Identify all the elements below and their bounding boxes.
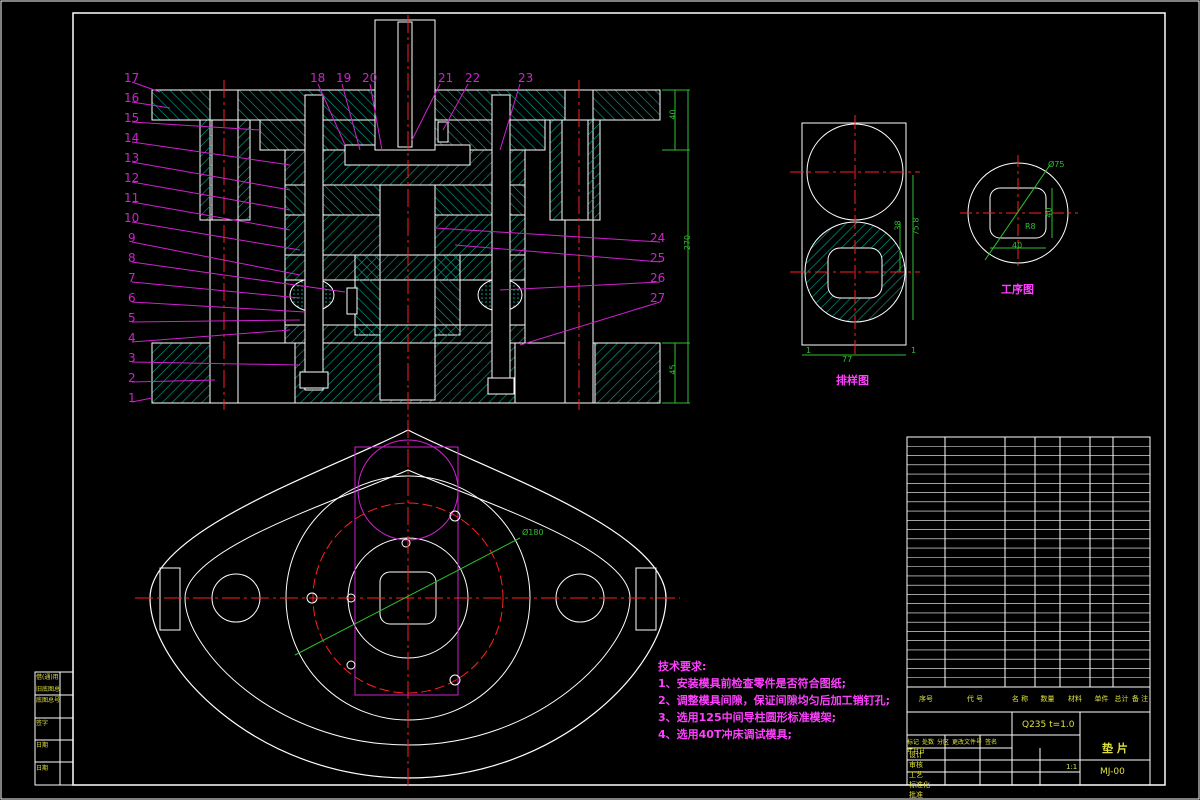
stamp-label: 签字 <box>36 719 49 727</box>
part-number-label: 19 <box>336 71 352 85</box>
part-number-label: 4 <box>128 331 136 345</box>
part-number-label: 24 <box>650 231 666 245</box>
part-number-label: 11 <box>124 191 140 205</box>
dim-section-bottom: 45 <box>668 364 678 375</box>
layout-dim-gap-left: 1 <box>806 346 812 355</box>
part-number-label: 13 <box>124 151 140 165</box>
layout-dim-height: 75.8 <box>911 217 921 236</box>
part-number-label: 16 <box>124 91 140 105</box>
title-row-label: 审核 <box>909 761 923 769</box>
part-number-label: 21 <box>438 71 454 85</box>
tech-requirements: 技术要求: 1、安装模具前检查零件是否符合图纸; 2、调整模具间隙，保证间隙均匀… <box>658 658 890 743</box>
part-number-label: 20 <box>362 71 378 85</box>
title-row-label: 工艺 <box>909 771 923 779</box>
tech-req-item: 4、选用40T冲床调试模具; <box>658 728 792 741</box>
bom-header-cell: 代 号 <box>966 695 984 703</box>
part-dim-inner: 40 <box>1044 207 1054 218</box>
part-number-label: 26 <box>650 271 666 285</box>
tech-req-item: 2、调整模具间隙，保证间隙均匀后加工销钉孔; <box>658 694 891 707</box>
cad-drawing <box>0 0 1200 800</box>
title-drawing-name: 垫 片 <box>1102 742 1128 755</box>
bom-header-cell: 材料 <box>1068 695 1082 703</box>
plan-view <box>135 420 680 790</box>
bom-header-cell: 名 称 <box>1011 695 1029 703</box>
part-number-label: 8 <box>128 251 136 265</box>
dim-section-total: 270 <box>683 234 693 251</box>
part-number-label: 25 <box>650 251 666 265</box>
part-number-label: 9 <box>128 231 136 245</box>
strip-layout <box>790 115 920 356</box>
tech-req-heading: 技术要求: <box>658 660 707 673</box>
layout-dim-step: 38 <box>893 220 903 231</box>
part-dim-radius: R8 <box>1025 222 1036 231</box>
part-number-label: 27 <box>650 291 666 305</box>
part-number-label: 12 <box>124 171 140 185</box>
bom-header-cell: 数量 <box>1040 695 1055 703</box>
title-row-label: 批准 <box>909 791 923 799</box>
part-number-label: 10 <box>124 211 140 225</box>
stamp-label: 日期 <box>36 764 49 772</box>
bom-header-row: 序号 代 号 名 称 数量 材料 单件 总计备 注 <box>907 690 1150 710</box>
part-number-label: 3 <box>128 351 136 365</box>
bom-header-cell: 序号 <box>919 695 933 703</box>
title-bottom-label: 更改文件号 <box>952 739 983 746</box>
bom-header-cell: 总计 <box>1114 695 1129 703</box>
part-dim-outer: Ø75 <box>1048 160 1065 169</box>
layout-title: 排样图 <box>836 374 869 387</box>
tech-req-item: 1、安装模具前检查零件是否符合图纸; <box>658 677 847 690</box>
left-stamp-labels: 借(通)用件登记旧底图总号底图总号签字日期日期 <box>36 672 60 785</box>
part-number-label: 15 <box>124 111 140 125</box>
stamp-label: 日期 <box>36 742 49 749</box>
dim-section-top: 40 <box>668 109 678 120</box>
part-title: 工序图 <box>1001 283 1034 296</box>
part-number-label: 5 <box>128 311 136 325</box>
part-number-label: 6 <box>128 291 136 305</box>
title-ratio: 1:1 <box>1066 763 1078 771</box>
part-number-label: 14 <box>124 131 140 145</box>
section-view <box>151 15 661 420</box>
part-view <box>960 155 1078 270</box>
title-bottom-label: 分区 <box>937 739 950 746</box>
part-number-label: 18 <box>310 71 326 85</box>
bom-header-cell: 单件 <box>1094 695 1109 703</box>
stamp-label: 借(通)用件登记 <box>36 674 59 681</box>
title-bottom-label: 签名 <box>985 739 998 746</box>
part-number-label: 23 <box>518 71 534 85</box>
part-dim-side: 40 <box>1012 241 1023 250</box>
bom-table <box>906 436 1151 688</box>
part-number-label: 17 <box>124 71 140 85</box>
stamp-label: 旧底图总号 <box>36 685 60 693</box>
title-bottom-label: 标记 <box>907 739 920 746</box>
part-number-label: 7 <box>128 271 136 285</box>
title-bottom-labels: 标记 处数 分区 更改文件号 签名年月日 <box>907 737 1012 755</box>
part-number-label: 2 <box>128 371 136 385</box>
stamp-label: 底图总号 <box>36 697 60 704</box>
title-bottom-label: 处数 <box>922 739 935 746</box>
layout-dim-width: 77 <box>842 355 853 364</box>
title-material-spec: Q235 t=1.0 <box>1022 720 1075 730</box>
plan-dim-circle: Ø180 <box>522 528 544 537</box>
title-row-label: 标准化 <box>909 781 930 789</box>
bom-header-cell: 备 注 <box>1131 695 1149 703</box>
layout-dim-gap-right: 1 <box>911 346 917 355</box>
title-drawing-no: MJ-00 <box>1100 767 1125 777</box>
part-number-label: 22 <box>465 71 481 85</box>
tech-req-item: 3、选用125中间导柱圆形标准模架; <box>658 711 837 724</box>
part-number-label: 1 <box>128 391 136 405</box>
title-bottom-label: 年月日 <box>907 748 926 755</box>
